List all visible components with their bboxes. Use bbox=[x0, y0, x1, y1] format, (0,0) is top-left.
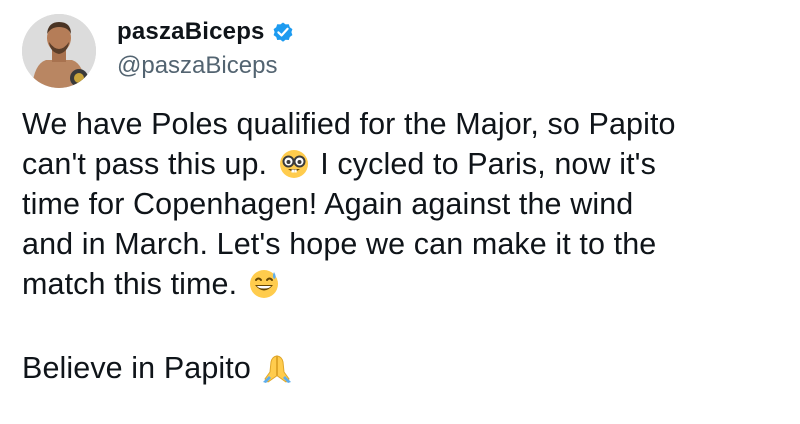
tweet-line: can't pass this up. I cycled to Paris, n… bbox=[22, 144, 792, 184]
grinning-sweat-icon bbox=[248, 268, 280, 300]
tweet-text: We have Poles qualified for the Major, s… bbox=[22, 104, 792, 388]
verified-badge-icon bbox=[271, 20, 295, 44]
tweet-line-segment: match this time. bbox=[22, 267, 238, 301]
folded-hands-icon bbox=[261, 352, 293, 384]
tweet-line: time for Copenhagen! Again against the w… bbox=[22, 187, 634, 221]
tweet-line-segment: Believe in Papito bbox=[22, 351, 251, 385]
tweet-line: match this time. bbox=[22, 264, 792, 304]
avatar-photo-icon bbox=[22, 14, 96, 88]
tweet-line: Believe in Papito bbox=[22, 348, 792, 388]
display-name[interactable]: paszaBiceps bbox=[117, 16, 265, 48]
tweet-line: We have Poles qualified for the Major, s… bbox=[22, 107, 676, 141]
name-row: paszaBiceps bbox=[117, 16, 295, 48]
tweet-line-segment: can't pass this up. bbox=[22, 147, 268, 181]
nerd-face-icon bbox=[278, 148, 310, 180]
tweet: paszaBiceps @paszaBiceps We have Poles q… bbox=[0, 0, 800, 424]
author-block: paszaBiceps @paszaBiceps bbox=[117, 16, 295, 81]
user-handle[interactable]: @paszaBiceps bbox=[117, 51, 295, 81]
tweet-line-segment: I cycled to Paris, now it's bbox=[320, 147, 656, 181]
tweet-line: and in March. Let's hope we can make it … bbox=[22, 227, 657, 261]
avatar[interactable] bbox=[22, 14, 96, 88]
